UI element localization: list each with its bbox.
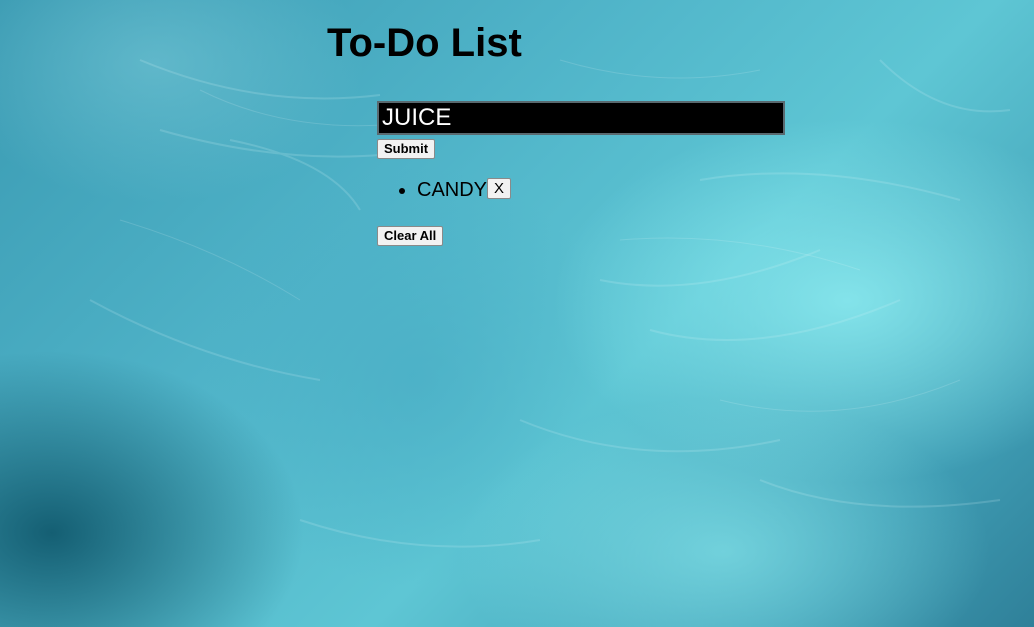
remove-item-button[interactable]: X <box>487 178 512 200</box>
todo-item-text: CANDY <box>417 179 488 201</box>
background-texture <box>89 59 1011 548</box>
todo-input[interactable] <box>377 101 785 135</box>
submit-button[interactable]: Submit <box>377 139 436 159</box>
page-title: To-Do List <box>327 21 522 65</box>
clear-all-button[interactable]: Clear All <box>377 226 444 246</box>
todo-form: Submit <box>377 101 785 159</box>
list-item: CANDYX <box>417 176 512 204</box>
todo-list: CANDYX <box>377 176 512 204</box>
